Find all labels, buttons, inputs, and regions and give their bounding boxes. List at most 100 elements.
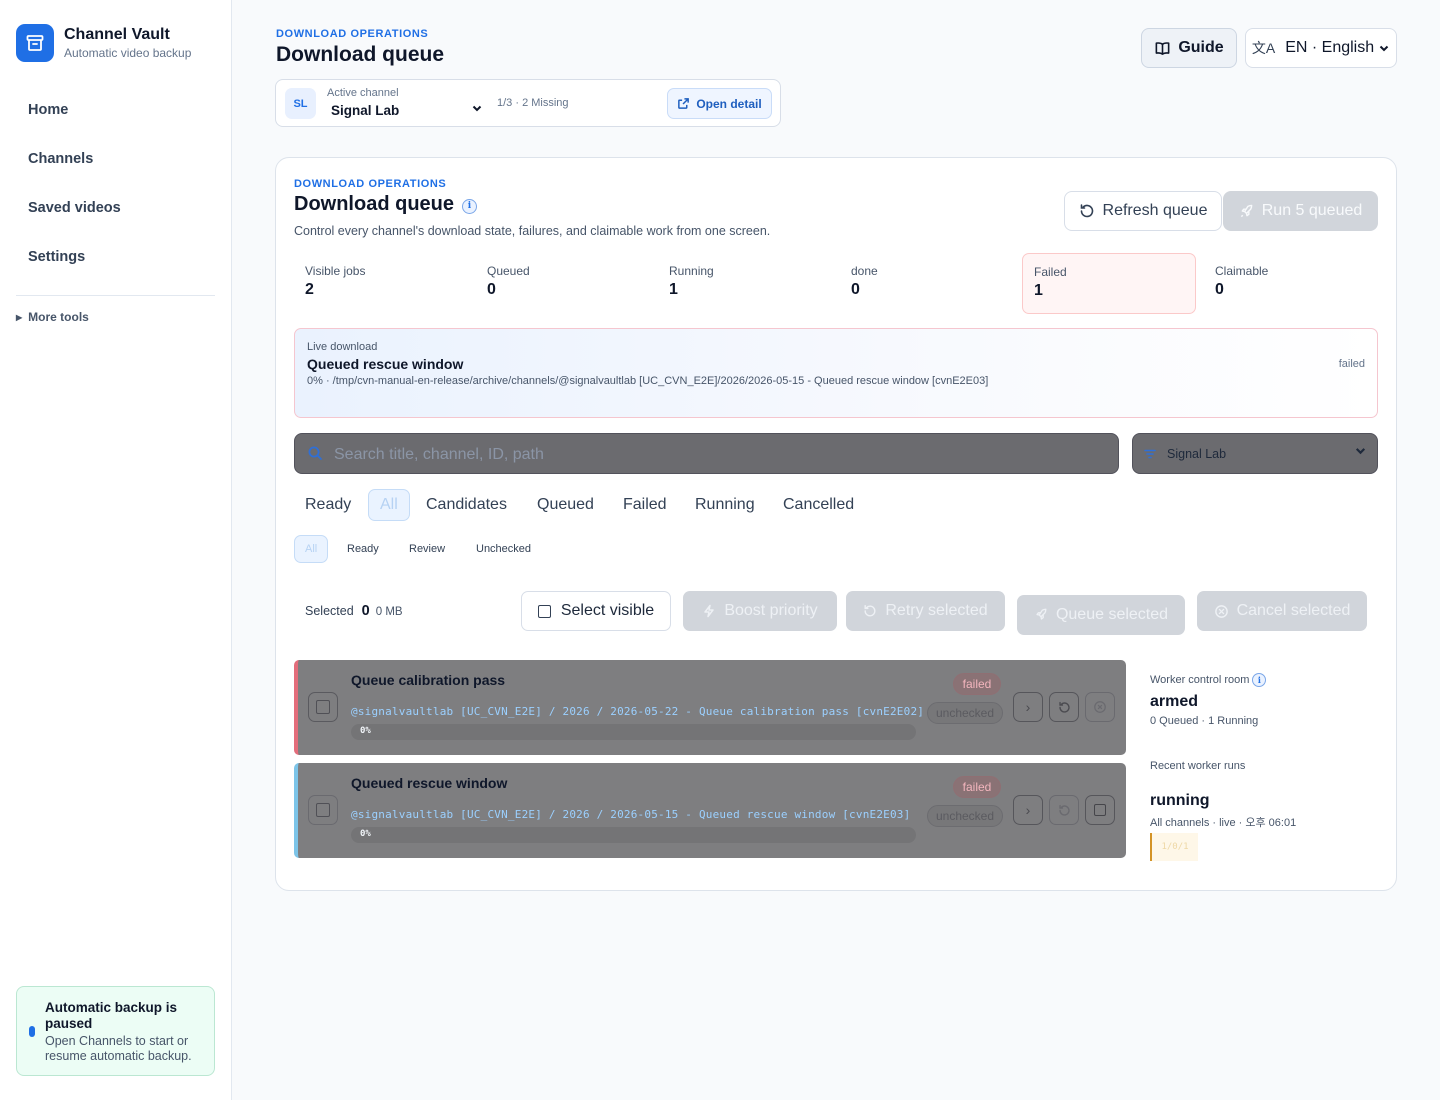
retry-selected-button[interactable]: Retry selected (846, 591, 1005, 631)
worker-summary: 0 Queued · 1 Running (1150, 715, 1259, 727)
guide-button[interactable]: Guide (1141, 28, 1237, 68)
select-visible-button[interactable]: Select visible (521, 591, 671, 631)
brand[interactable]: Channel Vault Automatic video backup (16, 24, 191, 62)
channel-missing-meta: 1/3 · 2 Missing (497, 97, 569, 109)
rocket-icon (1240, 204, 1253, 217)
job-title: Queued rescue window (351, 775, 508, 791)
stat-label: Failed (1034, 265, 1067, 279)
cancel-circle-icon (1094, 701, 1106, 713)
queue-selected-label: Queue selected (1055, 606, 1169, 623)
nav-item-channels[interactable]: Channels (16, 135, 216, 184)
live-download-detail: 0% · /tmp/cvn-manual-en-release/archive/… (307, 375, 989, 387)
stat-claimable: Claimable 0 (1204, 253, 1376, 314)
boost-priority-button[interactable]: Boost priority (683, 591, 837, 631)
retry-icon (1058, 804, 1070, 816)
selection-summary: Selected 0 0 MB (305, 603, 403, 619)
tab-ready[interactable]: Ready (294, 489, 362, 521)
select-visible-label: Select visible (560, 602, 655, 619)
tab-candidates[interactable]: Candidates (415, 489, 518, 521)
card-title-text: Download queue (294, 193, 454, 215)
stat-failed[interactable]: Failed 1 (1022, 253, 1196, 314)
job-retry-button[interactable] (1049, 795, 1079, 825)
run-queued-button[interactable]: Run 5 queued (1223, 191, 1378, 231)
retry-icon (1058, 701, 1070, 713)
subtab-review[interactable]: Review (399, 535, 455, 563)
job-progress-bar: 0% (351, 827, 916, 843)
live-download-panel: Live download Queued rescue window 0% · … (294, 328, 1378, 418)
info-icon[interactable]: i (462, 198, 477, 214)
brand-subtitle: Automatic video backup (64, 46, 192, 60)
stat-visible-jobs: Visible jobs 2 (294, 253, 466, 314)
job-open-button[interactable]: › (1013, 692, 1043, 722)
paused-body: Open Channels to start or resume automat… (45, 1034, 192, 1063)
subtab-all[interactable]: All (294, 535, 329, 563)
stat-value: 1 (1034, 282, 1043, 299)
stat-value: 0 (487, 281, 496, 298)
active-channel-select[interactable]: Signal Lab (331, 103, 399, 118)
nav-item-home[interactable]: Home (16, 86, 216, 135)
chevron-down-icon (1379, 45, 1389, 52)
subtab-ready[interactable]: Ready (337, 535, 389, 563)
nav-item-settings[interactable]: Settings (16, 233, 216, 282)
card-title: Download queue i (294, 193, 477, 216)
language-select[interactable]: 文A EN · English (1245, 28, 1397, 68)
info-icon[interactable]: i (1252, 673, 1267, 687)
job-checkbox[interactable] (308, 692, 338, 722)
cancel-selected-label: Cancel selected (1236, 602, 1351, 619)
search-icon (308, 446, 322, 460)
recent-runs-label: Recent worker runs (1150, 760, 1246, 772)
job-row[interactable]: Queued rescue window @signalvaultlab [UC… (294, 763, 1126, 858)
recent-run-state: running (1150, 792, 1210, 809)
search-placeholder: Search title, channel, ID, path (334, 446, 544, 463)
job-open-button[interactable]: › (1013, 795, 1043, 825)
job-status-badge: failed (953, 673, 1001, 695)
tab-queued[interactable]: Queued (526, 489, 605, 521)
rocket-icon (1036, 608, 1047, 620)
chevron-down-icon[interactable] (471, 102, 483, 117)
channel-filter-select[interactable]: Signal Lab (1132, 433, 1378, 474)
stat-label: Running (669, 264, 714, 278)
backup-paused-notice: Automatic backup is paused Open Channels… (16, 986, 215, 1076)
channel-filter-value: Signal Lab (1167, 447, 1227, 461)
cancel-circle-icon (1214, 604, 1228, 618)
live-download-status: failed (1338, 358, 1365, 370)
tab-cancelled[interactable]: Cancelled (772, 489, 865, 521)
tab-failed[interactable]: Failed (612, 489, 678, 521)
selected-count: 0 (361, 603, 370, 619)
job-status-badge: failed (953, 776, 1001, 798)
more-tools-toggle[interactable]: ▶ More tools (16, 310, 89, 324)
job-checkbox[interactable] (308, 795, 338, 825)
boost-priority-label: Boost priority (724, 602, 818, 619)
subtab-unchecked[interactable]: Unchecked (466, 535, 541, 563)
refresh-queue-button[interactable]: Refresh queue (1064, 191, 1222, 231)
job-cancel-button[interactable] (1085, 692, 1115, 722)
queue-selected-button[interactable]: Queue selected (1017, 595, 1185, 635)
open-detail-button[interactable]: Open detail (667, 88, 772, 119)
search-input[interactable]: Search title, channel, ID, path (294, 433, 1119, 474)
job-row[interactable]: Queue calibration pass @signalvaultlab [… (294, 660, 1126, 755)
worker-title: Worker control room i (1150, 673, 1267, 687)
more-tools-label: More tools (28, 310, 89, 324)
checkbox-icon (537, 604, 551, 618)
sidebar-divider (16, 295, 215, 296)
live-download-title: Queued rescue window (307, 356, 464, 372)
retry-icon (864, 605, 876, 617)
tab-running[interactable]: Running (684, 489, 766, 521)
active-channel-label: Active channel (327, 87, 399, 99)
lightning-icon (704, 604, 715, 618)
stat-queued: Queued 0 (476, 253, 648, 314)
tab-all[interactable]: All (368, 489, 410, 521)
cancel-selected-button[interactable]: Cancel selected (1197, 591, 1367, 631)
active-channel-bar: SL Active channel Signal Lab 1/3 · 2 Mis… (275, 79, 781, 127)
nav-item-saved-videos[interactable]: Saved videos (16, 184, 216, 233)
job-progress-text: 0% (360, 829, 371, 839)
open-detail-label: Open detail (696, 96, 762, 111)
language-label: EN · English (1285, 39, 1375, 56)
job-stop-button[interactable] (1085, 795, 1115, 825)
job-path: @signalvaultlab [UC_CVN_E2E] / 2026 / 20… (351, 705, 925, 718)
status-indicator-icon (29, 1026, 35, 1037)
chevron-right-icon: › (1025, 699, 1031, 715)
job-retry-button[interactable] (1049, 692, 1079, 722)
download-queue-card: DOWNLOAD OPERATIONS Download queue i Con… (275, 157, 1397, 891)
archive-box-icon (16, 24, 54, 62)
